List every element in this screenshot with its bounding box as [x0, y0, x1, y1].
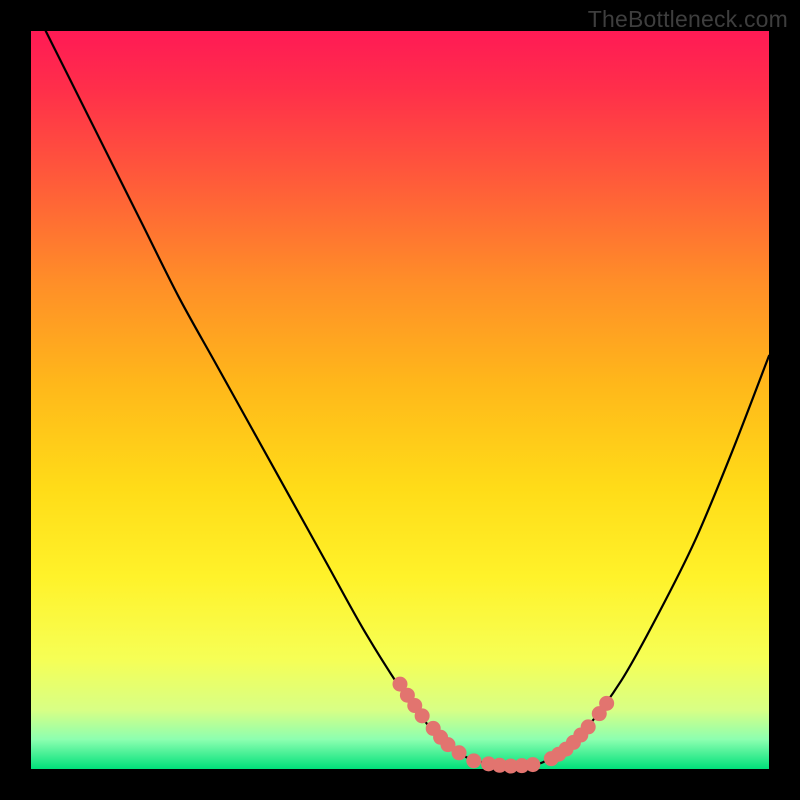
highlight-point	[452, 745, 467, 760]
chart-frame: TheBottleneck.com	[0, 0, 800, 800]
highlight-point	[581, 719, 596, 734]
highlight-point	[466, 753, 481, 768]
highlight-point	[599, 696, 614, 711]
plot-area	[31, 31, 769, 769]
bottleneck-curve-path	[31, 1, 769, 766]
highlight-point	[415, 708, 430, 723]
bottleneck-curve-svg	[31, 31, 769, 769]
watermark-text: TheBottleneck.com	[588, 6, 788, 33]
highlight-markers	[393, 677, 615, 774]
highlight-point	[525, 757, 540, 772]
